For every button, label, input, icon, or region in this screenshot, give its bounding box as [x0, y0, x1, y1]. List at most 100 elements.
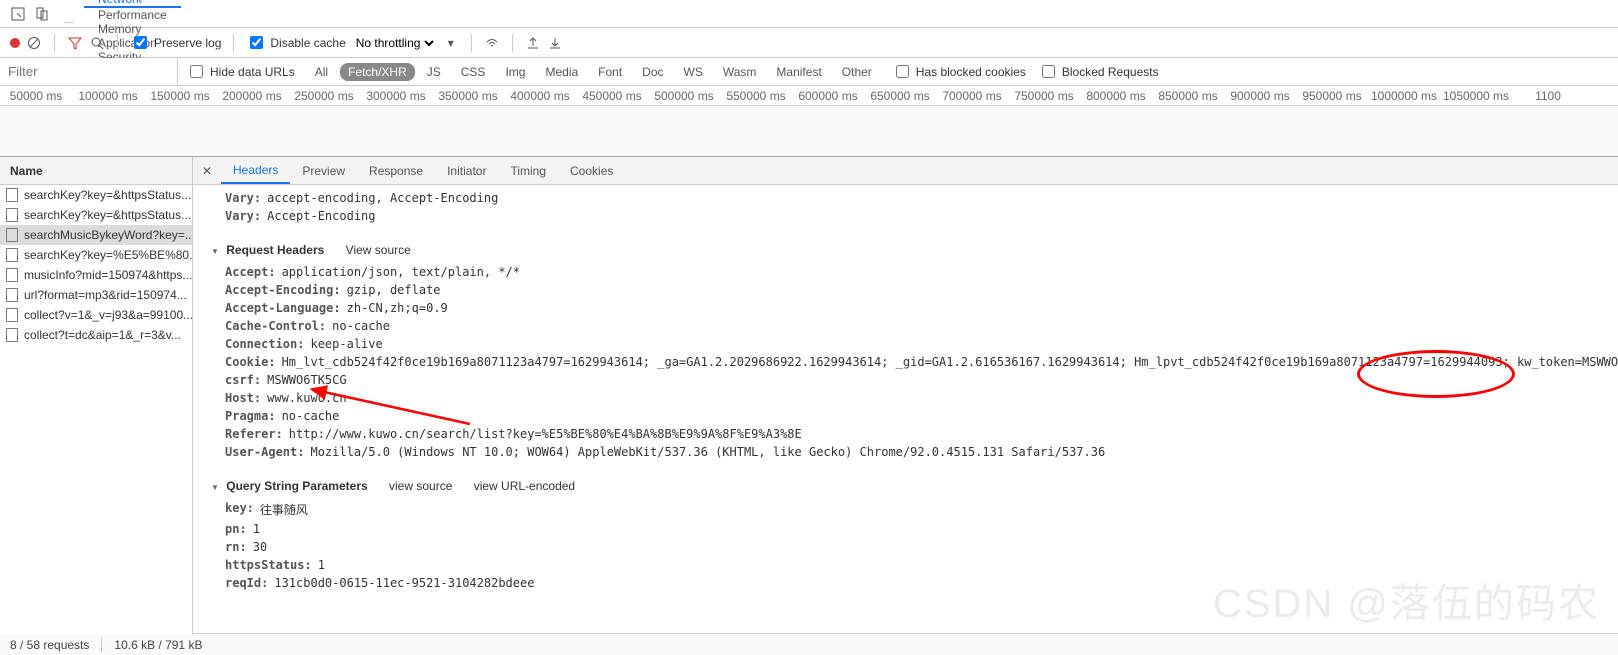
view-source-link[interactable]: View source [346, 243, 411, 257]
request-header-value: gzip, deflate [347, 283, 441, 297]
disable-cache-checkbox[interactable]: Disable cache [246, 33, 345, 52]
file-icon [6, 328, 18, 342]
details-tab-initiator[interactable]: Initiator [435, 157, 498, 184]
type-filter-font[interactable]: Font [590, 63, 630, 81]
throttling-select[interactable]: No throttling [352, 35, 437, 51]
timeline-tick: 400000 ms [504, 86, 576, 105]
request-name: searchKey?key=%E5%BE%80... [24, 248, 192, 262]
type-filter-fetch-xhr[interactable]: Fetch/XHR [340, 63, 415, 81]
query-param-value: 30 [253, 540, 267, 554]
file-icon [6, 248, 18, 262]
record-button[interactable] [10, 38, 20, 48]
request-header: Accept-Encoding: gzip, deflate [211, 281, 1608, 299]
request-row[interactable]: searchKey?key=%E5%BE%80... [0, 245, 192, 265]
request-headers-title: Request Headers [226, 243, 324, 257]
timeline-tick: 1100 [1512, 86, 1584, 105]
request-row[interactable]: url?format=mp3&rid=150974... [0, 285, 192, 305]
download-icon[interactable] [547, 35, 563, 51]
query-param-value: 往事随风 [260, 501, 308, 518]
request-header-value: MSWWO6TK5CG [267, 373, 346, 387]
file-icon [6, 288, 18, 302]
query-param: key:往事随风 [211, 499, 1608, 520]
type-filter-other[interactable]: Other [834, 63, 880, 81]
details-tab-headers[interactable]: Headers [221, 157, 290, 184]
disable-cache-input[interactable] [250, 36, 263, 49]
qsp-view-url-encoded-link[interactable]: view URL-encoded [474, 479, 575, 493]
query-param-value: 1 [318, 558, 325, 572]
details-tab-preview[interactable]: Preview [290, 157, 357, 184]
clear-icon[interactable] [26, 35, 42, 51]
has-blocked-cookies-input[interactable] [896, 65, 909, 78]
type-filter-css[interactable]: CSS [453, 63, 494, 81]
device-toggle-icon[interactable] [34, 6, 50, 22]
request-row[interactable]: searchKey?key=&httpsStatus... [0, 185, 192, 205]
response-header: Vary:Accept-Encoding [211, 207, 1608, 225]
request-header-name: Connection: [225, 337, 304, 351]
request-name: collect?v=1&_v=j93&a=99100... [24, 308, 192, 322]
request-header-name: Cache-Control: [225, 319, 326, 333]
blocked-requests-checkbox[interactable]: Blocked Requests [1038, 62, 1159, 81]
request-headers-section[interactable]: Request Headers View source [211, 237, 1608, 263]
preserve-log-label: Preserve log [154, 36, 221, 50]
timeline-overview[interactable] [0, 106, 1618, 156]
qsp-section[interactable]: Query String Parameters view source view… [211, 473, 1608, 499]
has-blocked-cookies-label: Has blocked cookies [916, 65, 1026, 79]
request-name: musicInfo?mid=150974&https... [24, 268, 192, 282]
timeline-tick: 500000 ms [648, 86, 720, 105]
timeline-tick: 900000 ms [1224, 86, 1296, 105]
requests-header-name[interactable]: Name [0, 157, 192, 185]
top-tab-performance[interactable]: Performance [84, 8, 181, 22]
details-tab-response[interactable]: Response [357, 157, 435, 184]
query-param-name: reqId: [225, 576, 268, 590]
throttling-chevron-icon[interactable]: ▾ [443, 35, 459, 51]
disable-cache-label: Disable cache [270, 36, 345, 50]
request-header-value: Mozilla/5.0 (Windows NT 10.0; WOW64) App… [310, 445, 1105, 459]
hide-data-urls-input[interactable] [190, 65, 203, 78]
request-header-name: Cookie: [225, 355, 276, 369]
query-param-value: 1 [253, 522, 260, 536]
preserve-log-checkbox[interactable]: Preserve log [130, 33, 221, 52]
type-filter-ws[interactable]: WS [676, 63, 711, 81]
request-header-name: Host: [225, 391, 261, 405]
request-header-name: User-Agent: [225, 445, 304, 459]
type-filter-js[interactable]: JS [419, 63, 449, 81]
close-icon[interactable]: ✕ [199, 163, 215, 179]
inspect-icon[interactable] [10, 6, 26, 22]
qsp-view-source-link[interactable]: view source [389, 479, 452, 493]
search-icon[interactable] [89, 35, 105, 51]
type-filter-media[interactable]: Media [537, 63, 586, 81]
filter-input[interactable] [0, 58, 178, 85]
blocked-requests-input[interactable] [1042, 65, 1055, 78]
request-header-name: Pragma: [225, 409, 276, 423]
query-param-value: 131cb0d0-0615-11ec-9521-3104282bdeee [274, 576, 534, 590]
request-name: searchKey?key=&httpsStatus... [24, 208, 191, 222]
hide-data-urls-label: Hide data URLs [210, 65, 295, 79]
upload-icon[interactable] [525, 35, 541, 51]
details-tab-timing[interactable]: Timing [498, 157, 558, 184]
type-filter-img[interactable]: Img [497, 63, 533, 81]
top-tab-network[interactable]: Network [84, 0, 181, 8]
timeline-tick: 300000 ms [360, 86, 432, 105]
file-icon [6, 308, 18, 322]
hide-data-urls-checkbox[interactable]: Hide data URLs [186, 62, 295, 81]
request-row[interactable]: collect?v=1&_v=j93&a=99100... [0, 305, 192, 325]
request-header-name: Accept-Encoding: [225, 283, 341, 297]
preserve-log-input[interactable] [134, 36, 147, 49]
filter-icon[interactable] [67, 35, 83, 51]
request-header: Cache-Control:no-cache [211, 317, 1608, 335]
type-filter-wasm[interactable]: Wasm [715, 63, 765, 81]
type-filter-doc[interactable]: Doc [634, 63, 671, 81]
request-row[interactable]: searchMusicBykeyWord?key=... [0, 225, 192, 245]
request-header: Connection:keep-alive [211, 335, 1608, 353]
request-header: Pragma:no-cache [211, 407, 1608, 425]
request-row[interactable]: collect?t=dc&aip=1&_r=3&v... [0, 325, 192, 345]
file-icon [6, 188, 18, 202]
has-blocked-cookies-checkbox[interactable]: Has blocked cookies [892, 62, 1026, 81]
request-row[interactable]: musicInfo?mid=150974&https... [0, 265, 192, 285]
wifi-icon[interactable] [484, 35, 500, 51]
status-transfer: 10.6 kB / 791 kB [114, 638, 202, 652]
type-filter-all[interactable]: All [307, 63, 336, 81]
request-row[interactable]: searchKey?key=&httpsStatus... [0, 205, 192, 225]
details-tab-cookies[interactable]: Cookies [558, 157, 625, 184]
type-filter-manifest[interactable]: Manifest [768, 63, 829, 81]
